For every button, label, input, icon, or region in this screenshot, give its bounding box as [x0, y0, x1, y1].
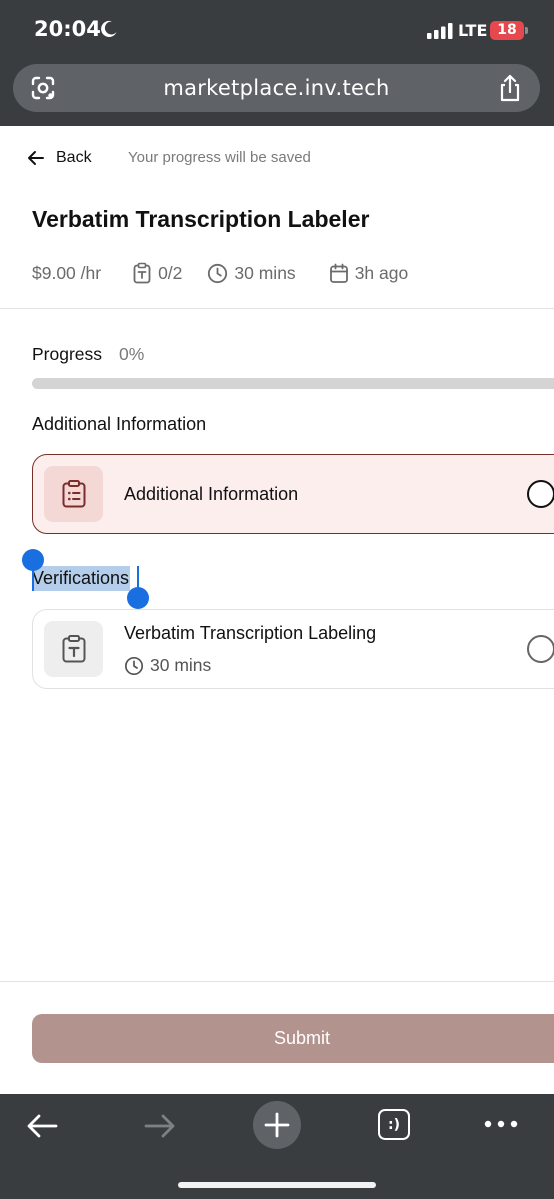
section-heading-additional: Additional Information — [32, 414, 207, 434]
battery-icon: 18 — [490, 21, 524, 40]
section-heading-verifications[interactable]: Verifications — [32, 566, 131, 591]
page-title: Verbatim Transcription Labeler — [32, 206, 370, 232]
browser-forward-button[interactable] — [142, 1108, 178, 1144]
progress-label: Progress — [32, 344, 103, 364]
duration-meta: 30 mins — [207, 262, 296, 284]
share-icon[interactable] — [497, 74, 523, 102]
arrow-left-icon — [28, 151, 44, 165]
address-bar[interactable]: marketplace.inv.tech — [13, 64, 540, 112]
network-type: LTE — [458, 21, 488, 40]
divider — [0, 308, 554, 309]
tasks-meta: 0/2 — [132, 262, 182, 284]
clipboard-list-icon — [62, 480, 85, 508]
additional-info-card[interactable]: Additional Information — [32, 454, 554, 534]
card-icon-box — [44, 621, 103, 677]
more-horizontal-icon — [484, 1120, 518, 1128]
plus-icon — [264, 1112, 290, 1138]
divider — [0, 981, 554, 982]
home-indicator — [178, 1182, 376, 1188]
clipboard-text-icon — [62, 635, 85, 663]
verifications-heading-selection: Verifications — [32, 566, 131, 591]
card-title: Additional Information — [124, 484, 299, 504]
progress-value: 0% — [119, 344, 145, 364]
signal-icon — [427, 23, 453, 39]
completion-radio[interactable] — [527, 635, 554, 663]
progress-saved-note: Your progress will be saved — [128, 149, 311, 166]
rate-meta: $9.00 /hr — [32, 263, 101, 284]
status-time: 20:04 — [34, 17, 101, 41]
calendar-icon — [329, 263, 348, 283]
browser-top-chrome: 20:04 LTE 18 marketplace.inv.tech — [0, 0, 554, 126]
card-icon-box — [44, 466, 103, 522]
moon-icon — [101, 20, 117, 37]
tasks-text: 0/2 — [158, 262, 183, 283]
url-text: marketplace.inv.tech — [163, 76, 390, 100]
arrow-right-icon — [144, 1114, 175, 1138]
arrow-left-icon — [27, 1114, 58, 1138]
completion-radio[interactable] — [527, 480, 554, 508]
submit-button[interactable]: Submit — [32, 1014, 554, 1063]
new-tab-button[interactable] — [253, 1101, 301, 1149]
clock-icon — [208, 263, 228, 283]
tabs-button[interactable]: :) — [378, 1109, 410, 1140]
selection-handle-start[interactable] — [22, 549, 44, 571]
tabs-label: :) — [388, 1116, 400, 1133]
duration-text: 30 mins — [234, 262, 296, 283]
progress-bar — [32, 378, 554, 389]
back-label: Back — [56, 149, 92, 166]
selection-handle-end[interactable] — [127, 587, 149, 609]
clock-icon — [124, 656, 144, 675]
more-menu-button[interactable] — [482, 1114, 520, 1134]
posted-text: 3h ago — [354, 262, 409, 283]
card-duration: 30 mins — [124, 655, 211, 676]
back-button[interactable]: Back — [26, 146, 92, 170]
rate-text: $9.00 /hr — [32, 262, 102, 283]
posted-meta: 3h ago — [329, 262, 409, 284]
card-title: Verbatim Transcription Labeling — [124, 623, 377, 643]
browser-back-button[interactable] — [24, 1108, 60, 1144]
battery-level: 18 — [497, 22, 517, 38]
battery-tip — [525, 27, 528, 34]
verification-card[interactable]: Verbatim Transcription Labeling 30 mins — [32, 609, 554, 689]
clipboard-text-icon — [133, 262, 151, 284]
card-duration-text: 30 mins — [150, 655, 212, 675]
job-meta: $9.00 /hr 0/2 30 mins 3h ago — [32, 261, 408, 285]
